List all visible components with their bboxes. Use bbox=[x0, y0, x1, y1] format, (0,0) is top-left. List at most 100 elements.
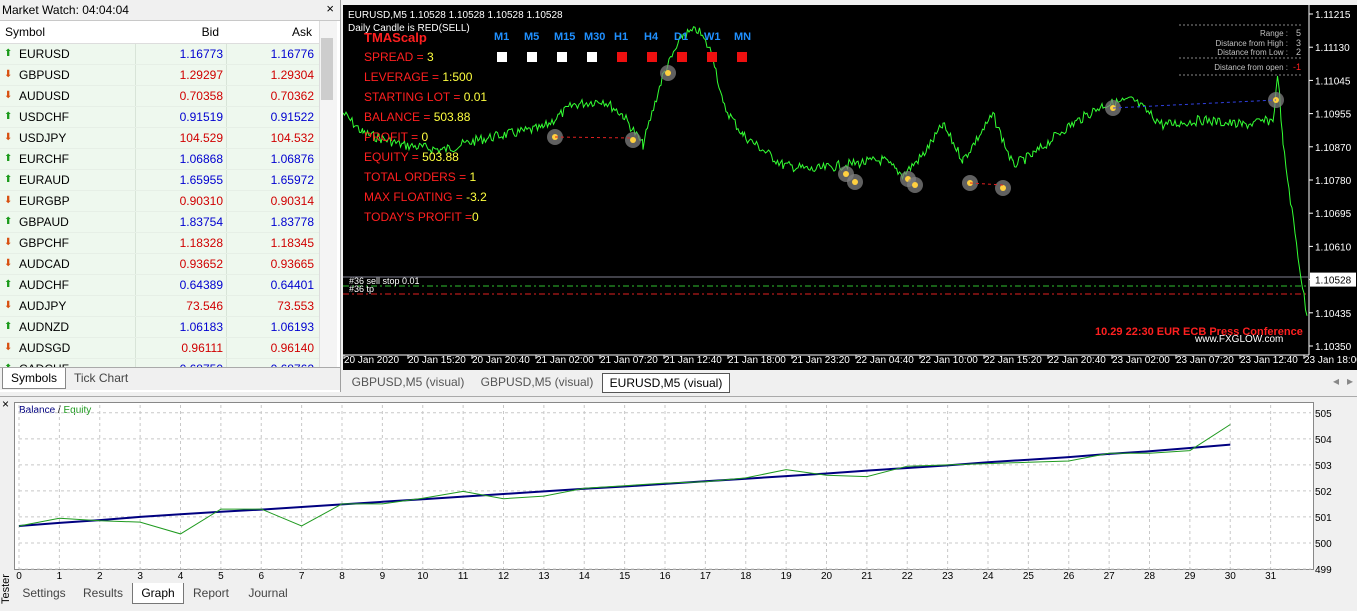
table-row[interactable]: ⬆ EURAUD 1.65955 1.65972 bbox=[0, 170, 319, 191]
timeframe-label: M15 bbox=[554, 31, 575, 43]
tab-journal[interactable]: Journal bbox=[240, 583, 296, 603]
arrow-down-icon: ⬇ bbox=[4, 237, 13, 248]
timeframe-indicator bbox=[617, 52, 627, 62]
arrow-up-icon: ⬆ bbox=[4, 216, 13, 227]
timeframe-label: H1 bbox=[614, 31, 628, 43]
chart-tabs: GBPUSD,M5 (visual) GBPUSD,M5 (visual) EU… bbox=[343, 372, 1357, 393]
column-header-bid[interactable]: Bid bbox=[135, 21, 219, 43]
table-row[interactable]: ⬆ USDCHF 0.91519 0.91522 bbox=[0, 107, 319, 128]
market-watch-header: Symbol Bid Ask bbox=[0, 21, 319, 44]
timeframe-label: M30 bbox=[584, 31, 605, 43]
chart-tab-gbpusd-2[interactable]: GBPUSD,M5 (visual) bbox=[474, 373, 600, 391]
table-row[interactable]: ⬆ AUDNZD 1.06183 1.06193 bbox=[0, 317, 319, 338]
chart-tab-eurusd[interactable]: EURUSD,M5 (visual) bbox=[602, 373, 730, 393]
x-tick-label: 24 bbox=[982, 571, 994, 579]
tab-report[interactable]: Report bbox=[186, 583, 236, 603]
symbol-name: AUDUSD bbox=[19, 89, 70, 103]
x-tick-label: 31 bbox=[1265, 571, 1277, 579]
price-tick-label: 1.10350 bbox=[1315, 342, 1352, 353]
bid-price: 1.18328 bbox=[179, 236, 223, 250]
column-header-ask[interactable]: Ask bbox=[226, 21, 312, 43]
scroll-left-icon[interactable]: ◂ bbox=[1333, 374, 1339, 388]
bid-price: 1.06183 bbox=[179, 320, 223, 334]
price-chart-canvas[interactable]: 1.11215 1.11130 1.11045 1.10955 1.10870 1.107… bbox=[343, 5, 1357, 370]
x-tick-label: 28 bbox=[1144, 571, 1156, 579]
arrow-down-icon: ⬇ bbox=[4, 195, 13, 206]
column-header-symbol[interactable]: Symbol bbox=[5, 21, 45, 43]
bid-price: 0.91519 bbox=[179, 110, 223, 124]
range-label: Distance from High : bbox=[1216, 39, 1288, 48]
ask-price: 0.90314 bbox=[270, 194, 314, 208]
x-tick-label: 2 bbox=[97, 571, 103, 579]
range-label: Distance from open : bbox=[1214, 63, 1288, 72]
price-line bbox=[343, 26, 1308, 316]
info-line: BALANCE = 503.88 bbox=[364, 110, 471, 124]
ask-price: 73.553 bbox=[277, 299, 314, 313]
tab-symbols[interactable]: Symbols bbox=[2, 368, 67, 389]
arrow-down-icon: ⬇ bbox=[4, 132, 13, 143]
arrow-up-icon: ⬆ bbox=[4, 174, 13, 185]
table-row[interactable]: ⬇ AUDJPY 73.546 73.553 bbox=[0, 296, 319, 317]
balance-equity-graph: Balance / Equity 499 500 501 502 503 504 505 0 1… bbox=[14, 402, 1332, 579]
timeframe-indicator bbox=[707, 52, 717, 62]
chart-tab-gbpusd-1[interactable]: GBPUSD,M5 (visual) bbox=[345, 373, 471, 391]
market-watch-scroll-thumb[interactable] bbox=[321, 38, 333, 100]
market-watch-title-bar: Market Watch: 04:04:04 bbox=[0, 0, 340, 21]
price-chart[interactable]: 1.11215 1.11130 1.11045 1.10955 1.10870 1.107… bbox=[343, 5, 1357, 370]
timeframe-indicator bbox=[527, 52, 537, 62]
ea-name: TMAScalp bbox=[364, 30, 427, 45]
scroll-right-icon[interactable]: ▸ bbox=[1347, 374, 1353, 388]
symbol-name: AUDJPY bbox=[19, 299, 67, 313]
tab-results[interactable]: Results bbox=[76, 583, 130, 603]
bid-price: 1.65955 bbox=[179, 173, 223, 187]
ask-price: 1.16776 bbox=[270, 47, 314, 61]
y-tick-label: 499 bbox=[1315, 565, 1332, 576]
symbol-name: GBPUSD bbox=[19, 68, 70, 82]
symbol-name: AUDNZD bbox=[19, 320, 69, 334]
time-tick-label: 22 Jan 15:20 bbox=[984, 355, 1042, 366]
trade-marker-dot bbox=[912, 182, 918, 188]
table-row[interactable]: ⬇ GBPCHF 1.18328 1.18345 bbox=[0, 233, 319, 254]
bid-price: 1.06868 bbox=[179, 152, 223, 166]
table-row[interactable]: ⬇ EURGBP 0.90310 0.90314 bbox=[0, 191, 319, 212]
tab-settings[interactable]: Settings bbox=[14, 583, 74, 603]
table-row[interactable]: ⬆ EURCHF 1.06868 1.06876 bbox=[0, 149, 319, 170]
x-tick-label: 6 bbox=[258, 571, 264, 579]
time-tick-label: 22 Jan 04:40 bbox=[856, 355, 914, 366]
table-row[interactable]: ⬇ AUDSGD 0.96111 0.96140 bbox=[0, 338, 319, 359]
x-tick-label: 1 bbox=[57, 571, 63, 579]
table-row[interactable]: ⬇ AUDCAD 0.93652 0.93665 bbox=[0, 254, 319, 275]
bid-price: 0.96111 bbox=[181, 341, 223, 355]
y-tick-label: 505 bbox=[1315, 409, 1332, 420]
table-row[interactable]: ⬇ AUDUSD 0.70358 0.70362 bbox=[0, 86, 319, 107]
x-tick-label: 30 bbox=[1225, 571, 1237, 579]
arrow-down-icon: ⬇ bbox=[4, 258, 13, 269]
table-row[interactable]: ⬇ USDJPY 104.529 104.532 bbox=[0, 128, 319, 149]
close-icon[interactable]: × bbox=[326, 2, 334, 16]
symbol-name: AUDCAD bbox=[19, 257, 70, 271]
arrow-down-icon: ⬇ bbox=[4, 69, 13, 80]
tab-tick-chart[interactable]: Tick Chart bbox=[66, 368, 136, 388]
table-row[interactable]: ⬆ AUDCHF 0.64389 0.64401 bbox=[0, 275, 319, 296]
x-tick-label: 0 bbox=[16, 571, 22, 579]
table-row[interactable]: ⬆ EURUSD 1.16773 1.16776 bbox=[0, 44, 319, 65]
timeframe-indicator bbox=[677, 52, 687, 62]
x-tick-label: 15 bbox=[619, 571, 631, 579]
time-tick-label: 22 Jan 20:40 bbox=[1048, 355, 1106, 366]
trade-marker-dot bbox=[843, 171, 849, 177]
x-tick-label: 14 bbox=[579, 571, 591, 579]
x-tick-label: 11 bbox=[458, 571, 469, 579]
trade-marker-dot bbox=[852, 179, 858, 185]
x-tick-label: 20 bbox=[821, 571, 833, 579]
timeframe-label: M1 bbox=[494, 31, 509, 43]
info-line: MAX FLOATING = -3.2 bbox=[364, 190, 487, 204]
tab-graph[interactable]: Graph bbox=[132, 583, 184, 604]
table-row[interactable]: ⬇ GBPUSD 1.29297 1.29304 bbox=[0, 65, 319, 86]
x-tick-label: 22 bbox=[902, 571, 914, 579]
symbol-name: EURGBP bbox=[19, 194, 70, 208]
time-tick-label: 20 Jan 15:20 bbox=[408, 355, 466, 366]
market-watch-tabs: Symbols Tick Chart bbox=[0, 367, 340, 390]
price-tick-label: 1.10435 bbox=[1315, 309, 1352, 320]
table-row[interactable]: ⬆ GBPAUD 1.83754 1.83778 bbox=[0, 212, 319, 233]
ask-price: 1.18345 bbox=[270, 236, 314, 250]
